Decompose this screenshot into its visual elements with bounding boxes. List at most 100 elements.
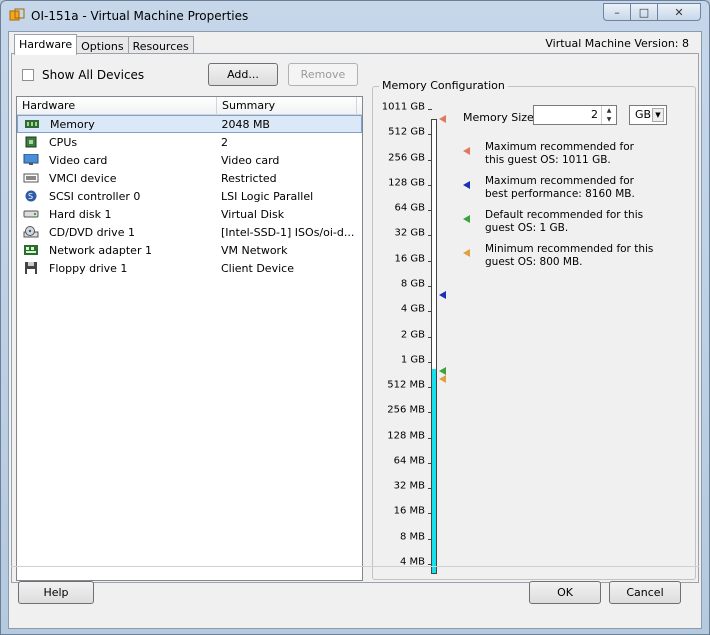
scale-label: 512 GB [388, 126, 425, 138]
window-title: OI-151a - Virtual Machine Properties [31, 9, 249, 23]
device-row-vmci-device[interactable]: VMCI device Restricted [17, 169, 362, 187]
device-row-video-card[interactable]: Video card Video card [17, 151, 362, 169]
minimize-button[interactable]: – [603, 3, 631, 21]
ok-button[interactable]: OK [529, 581, 601, 604]
scale-tick [428, 488, 432, 490]
scale-tick [428, 513, 432, 515]
tab-strip: Hardware Options Resources [14, 34, 194, 55]
scale-label: 32 MB [393, 480, 425, 492]
close-icon: ✕ [674, 5, 684, 19]
device-row-hard-disk-1[interactable]: Hard disk 1 Virtual Disk [17, 205, 362, 223]
scale-label: 4 GB [400, 303, 425, 315]
scale-tick [428, 564, 432, 565]
column-header-hardware[interactable]: Hardware [17, 97, 217, 114]
device-name: SCSI controller 0 [49, 189, 141, 203]
monitor-icon [23, 154, 39, 166]
tab-resources[interactable]: Resources [127, 36, 194, 54]
scale-tick [428, 412, 432, 414]
scale-tick [428, 336, 432, 338]
device-name: Network adapter 1 [49, 243, 152, 257]
min-recommended-marker[interactable] [439, 375, 446, 383]
dialog-button-bar: Help OK Cancel [11, 566, 699, 626]
device-row-cpus[interactable]: CPUs 2 [17, 133, 362, 151]
scale-label: 2 GB [400, 329, 425, 340]
memory-size-label: Memory Size: [463, 111, 538, 124]
device-summary: 2048 MB [221, 117, 270, 131]
scale-label: 64 GB [394, 202, 425, 214]
scale-label: 64 MB [393, 455, 425, 467]
memory-unit-value: GB [635, 108, 652, 121]
cd-dvd-icon [23, 226, 39, 238]
hardware-device-list: Hardware Summary Memory 2048 MB CPUs 2 Video… [16, 96, 363, 581]
device-summary: Virtual Disk [221, 207, 285, 221]
device-summary: Restricted [221, 171, 277, 185]
tab-hardware[interactable]: Hardware [14, 34, 78, 55]
add-button[interactable]: Add... [208, 63, 278, 86]
close-button[interactable]: ✕ [657, 3, 701, 21]
maximize-button[interactable]: □ [630, 3, 658, 21]
tab-options[interactable]: Options [76, 36, 129, 54]
device-summary: Video card [221, 153, 280, 167]
scale-tick [428, 387, 432, 389]
table-header: Hardware Summary [17, 97, 362, 115]
scale-tick [428, 159, 432, 161]
scale-tick [428, 538, 432, 540]
legend-max-guest-os-text: Maximum recommended for this guest OS: 1… [485, 141, 634, 166]
network-adapter-icon [23, 244, 39, 256]
scale-label: 512 MB [387, 379, 425, 391]
scale-tick [428, 134, 432, 136]
legend-min: Minimum recommended for this guest OS: 8… [463, 243, 655, 269]
show-all-devices-checkbox[interactable]: Show All Devices [22, 68, 144, 82]
svg-text:S: S [28, 192, 33, 201]
device-name: CD/DVD drive 1 [49, 225, 135, 239]
scale-tick [428, 285, 432, 287]
device-row-scsi-controller-0[interactable]: S SCSI controller 0 LSI Logic Parallel [17, 187, 362, 205]
scale-tick [428, 109, 432, 110]
memory-size-spinner[interactable]: ▲ ▼ [601, 106, 616, 124]
spin-down-icon[interactable]: ▼ [602, 115, 616, 124]
cancel-button[interactable]: Cancel [609, 581, 681, 604]
vm-version-label: Virtual Machine Version: 8 [545, 37, 689, 50]
spin-up-icon[interactable]: ▲ [602, 106, 616, 115]
chevron-down-icon[interactable]: ▼ [652, 108, 664, 122]
scale-label: 128 GB [388, 177, 425, 189]
column-header-summary[interactable]: Summary [217, 97, 357, 114]
device-name: Floppy drive 1 [49, 261, 128, 275]
remove-button[interactable]: Remove [288, 63, 358, 86]
vm-properties-window: OI-151a - Virtual Machine Properties – □… [0, 0, 710, 635]
maximize-icon: □ [638, 5, 650, 19]
default-recommended-marker [439, 367, 446, 375]
hardware-tab-panel: Show All Devices Add... Remove Hardware … [11, 53, 699, 583]
legend-max-performance: Maximum recommended for best performance… [463, 175, 655, 201]
cpu-icon [23, 136, 39, 148]
device-row-network-adapter-1[interactable]: Network adapter 1 VM Network [17, 241, 362, 259]
scale-label: 8 MB [399, 531, 425, 543]
device-name: Hard disk 1 [49, 207, 112, 221]
scale-tick [428, 184, 432, 186]
device-summary: Client Device [221, 261, 294, 275]
memory-slider-track[interactable] [428, 109, 446, 574]
help-button[interactable]: Help [18, 581, 94, 604]
scsi-icon: S [23, 190, 39, 202]
triangle-marker-icon [463, 147, 470, 155]
scale-label: 16 MB [393, 505, 425, 517]
scale-label: 8 GB [400, 278, 425, 290]
show-all-devices-label: Show All Devices [42, 68, 145, 82]
scale-label: 128 MB [387, 430, 425, 442]
memory-unit-select[interactable]: GB ▼ [629, 105, 667, 125]
device-summary: LSI Logic Parallel [221, 189, 314, 203]
max-performance-marker [439, 291, 446, 299]
checkbox-box[interactable] [22, 69, 34, 81]
memory-configuration-group: Memory Configuration 1011 GB 512 GB 256 GB… [372, 79, 696, 580]
scale-label: 1 GB [400, 354, 425, 366]
minimize-icon: – [614, 5, 620, 19]
title-bar[interactable]: OI-151a - Virtual Machine Properties – □… [1, 1, 709, 31]
device-row-floppy-drive-1[interactable]: Floppy drive 1 Client Device [17, 259, 362, 277]
vm-app-icon [9, 8, 25, 24]
device-name: VMCI device [49, 171, 117, 185]
scale-label: 32 GB [394, 227, 425, 239]
device-row-memory[interactable]: Memory 2048 MB [17, 115, 362, 133]
floppy-icon [23, 262, 39, 274]
hard-disk-icon [23, 208, 39, 220]
device-row-cd-dvd-drive-1[interactable]: CD/DVD drive 1 [Intel-SSD-1] ISOs/oi-d... [17, 223, 362, 241]
